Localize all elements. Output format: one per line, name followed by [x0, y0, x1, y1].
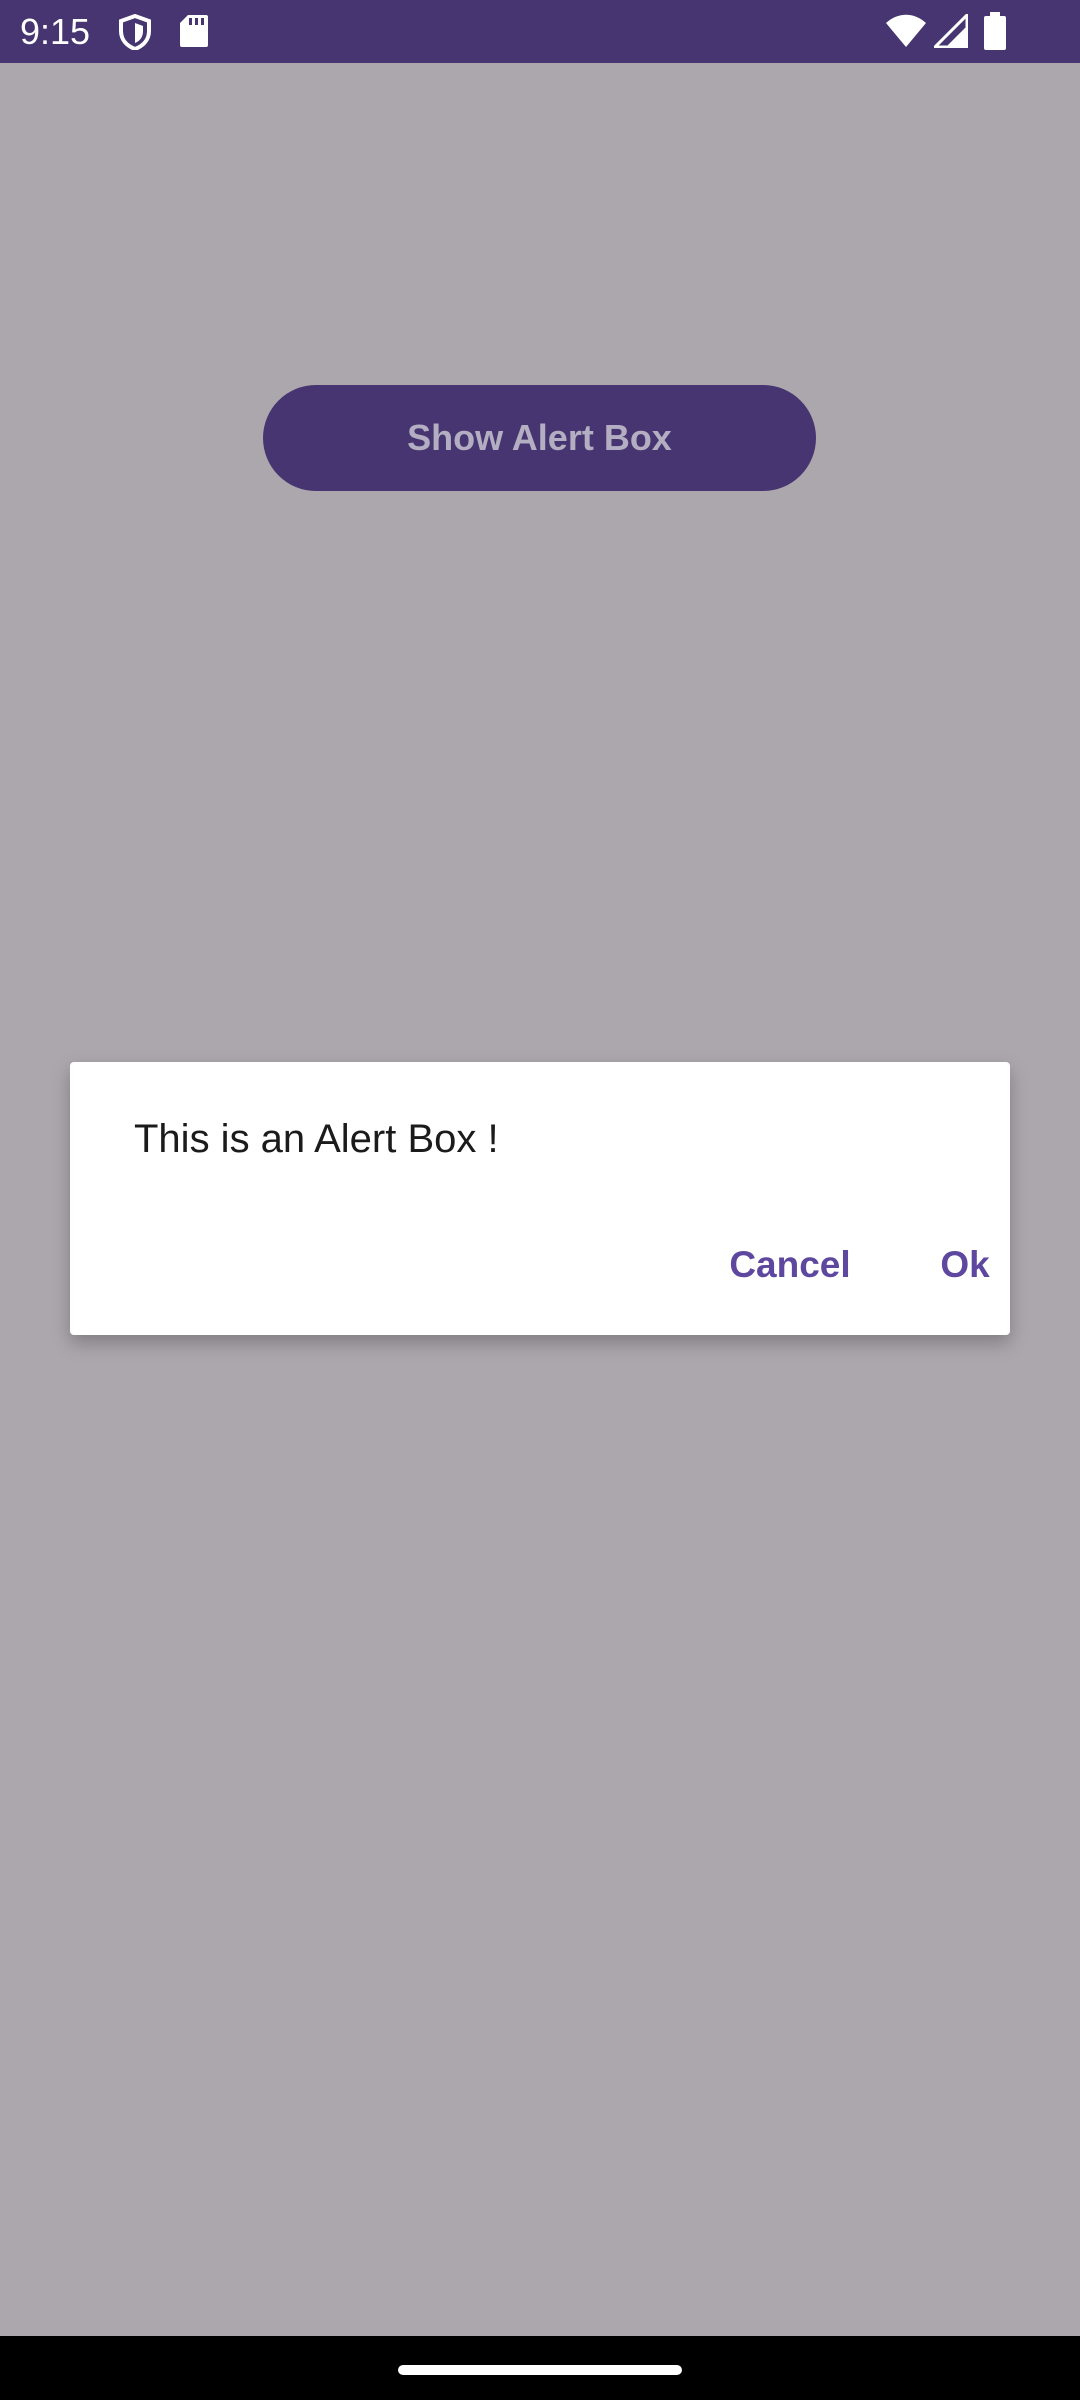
status-time: 9:15 [20, 11, 91, 52]
battery-icon [984, 12, 1006, 50]
dialog-message: This is an Alert Box ! [134, 1117, 499, 1161]
cancel-button[interactable]: Cancel [710, 1220, 870, 1310]
signal-icon [934, 14, 968, 48]
home-handle[interactable] [398, 2365, 682, 2375]
ok-button[interactable]: Ok [910, 1220, 1020, 1310]
alert-dialog: This is an Alert Box ! Cancel Ok [70, 1062, 1010, 1335]
app-screen: 9:15 Show Alert Box This is an Alert Box… [0, 0, 1080, 2400]
shield-icon [119, 14, 151, 50]
status-bar: 9:15 [0, 0, 1080, 63]
navigation-bar [0, 2336, 1080, 2400]
sd-card-icon [180, 15, 208, 47]
show-alert-button[interactable]: Show Alert Box [263, 385, 816, 491]
wifi-icon [886, 14, 926, 47]
